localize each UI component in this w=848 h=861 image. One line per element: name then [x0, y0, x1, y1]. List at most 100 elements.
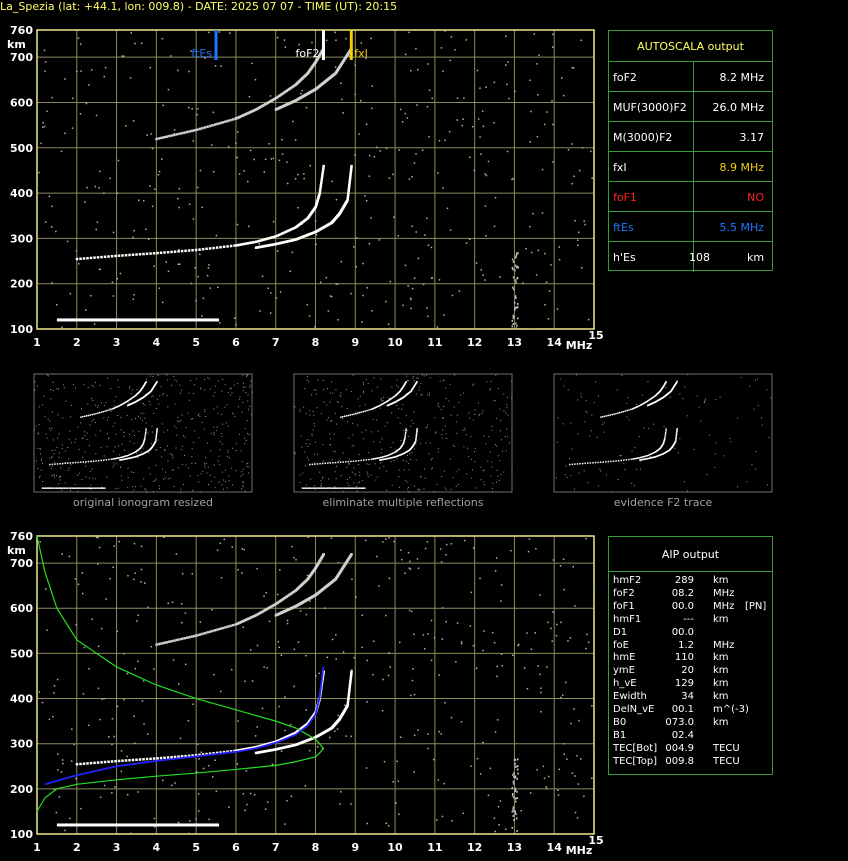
cell-divider	[693, 122, 694, 152]
thumbnail-eliminate-trace-point	[345, 461, 347, 463]
thumbnail-eliminate-noise-dot	[398, 408, 400, 410]
thumbnail-eliminate-noise-dot	[330, 420, 332, 422]
thumbnail-evidence-noise-dot	[580, 393, 582, 395]
ionogram-noise-dot	[411, 287, 414, 290]
thumbnail-original-noise-dot	[51, 456, 53, 458]
aip-noise-dot	[526, 688, 529, 690]
ionogram-noise-dot	[426, 105, 429, 108]
thumbnail-eliminate-noise-dot	[352, 374, 354, 376]
aip-noise-dot	[388, 652, 390, 654]
aip-o_f2_2nd-point	[322, 553, 325, 556]
ionogram-noise-dot	[359, 99, 362, 102]
thumbnail-original-noise-dot	[162, 468, 164, 470]
thumbnail-original-noise-dot	[221, 435, 223, 437]
ionogram-y-tick-label: 600	[10, 96, 33, 109]
aip-noise-dot	[307, 536, 310, 538]
ionogram-noise-dot	[530, 110, 532, 113]
thumbnail-original-noise-dot	[198, 481, 200, 483]
aip-noise-dot	[382, 541, 384, 543]
ionogram-o_f2-point	[194, 248, 198, 252]
aip-noise-dot	[75, 624, 77, 626]
thumbnail-eliminate-trace-point	[342, 487, 344, 489]
ionogram-noise-dot	[335, 198, 338, 201]
aip-noise-dot	[244, 809, 246, 812]
thumbnail-eliminate-noise-dot	[431, 467, 433, 469]
thumbnail-original-noise-dot	[113, 462, 115, 464]
aip-y-tick-label: 200	[10, 783, 33, 796]
ionogram-noise-dot	[199, 253, 201, 256]
thumbnail-eliminate-noise-dot	[380, 397, 382, 399]
aip-noise-dot	[62, 762, 64, 765]
aip-o_f2_2nd-point	[160, 642, 163, 645]
ionogram-o_f2-point	[205, 247, 208, 251]
ionogram-noise-dot	[449, 229, 452, 231]
thumbnail-eliminate-noise-dot	[495, 400, 497, 402]
ionogram-noise-dot	[397, 235, 399, 237]
thumbnail-eliminate-noise-dot	[346, 478, 348, 480]
thumbnail-eliminate-noise-dot	[326, 419, 328, 421]
thumbnail-original-noise-dot	[242, 482, 244, 484]
ionogram-noise-dot	[387, 323, 390, 325]
thumbnail-evidence-trace-point	[613, 413, 615, 415]
thumbnail-original-noise-dot	[40, 469, 42, 471]
aip-noise-dot	[410, 694, 412, 697]
autoscala-value: 8.2 MHz	[719, 70, 764, 84]
thumbnail-eliminate-noise-dot	[498, 479, 500, 481]
aip-noise-dot	[333, 730, 336, 733]
ionogram-noise-dot	[93, 323, 96, 325]
thumbnail-eliminate-noise-dot	[471, 469, 473, 471]
thumbnail-original-noise-dot	[141, 420, 143, 422]
thumbnail-evidence-trace-point	[630, 408, 632, 411]
ionogram-noise-dot	[167, 88, 170, 91]
thumbnail-evidence-noise-dot	[571, 448, 573, 450]
thumbnail-original-noise-dot	[191, 448, 193, 450]
thumbnail-evidence-trace-point	[571, 463, 574, 466]
thumbnail-original-noise-dot	[247, 400, 249, 402]
ionogram-noise-dot	[220, 65, 222, 67]
ionogram-o_f2_2nd-point	[188, 130, 191, 133]
aip-noise-dot	[460, 642, 463, 645]
ionogram-o_f2-point	[177, 250, 180, 253]
thumbnail-original-noise-dot	[203, 462, 205, 464]
aip-noise-dot	[97, 687, 100, 690]
aip-o_f2_2nd-point	[213, 629, 217, 632]
thumbnail-evidence-trace-point	[603, 415, 606, 418]
ionogram-noise-dot	[388, 177, 391, 179]
thumbnail-eliminate-trace-point	[386, 454, 388, 457]
aip-noise-dot	[71, 728, 73, 730]
thumbnail-evidence-noise-dot	[740, 377, 742, 379]
thumbnail-eliminate-noise-dot	[366, 471, 368, 473]
ionogram-noise-dot	[157, 173, 160, 176]
thumbnail-original-noise-dot	[71, 404, 73, 406]
thumbnail-eliminate-noise-dot	[385, 405, 387, 407]
thumbnail-original-trace-point	[79, 461, 82, 463]
aip-noise-dot	[198, 810, 200, 812]
thumbnail-eliminate-trace-point	[319, 462, 321, 465]
thumbnail-original-noise-dot	[129, 440, 131, 442]
thumbnail-eliminate-noise-dot	[310, 478, 312, 480]
aip-o_f2_2nd-point	[219, 627, 222, 631]
thumbnail-original-trace-point	[126, 454, 128, 457]
thumbnail-original-noise-dot	[231, 392, 233, 394]
thumbnail-original-noise-dot	[94, 422, 96, 424]
thumbnail-evidence-trace-point	[674, 440, 677, 443]
aip-unit: TECU	[713, 755, 740, 767]
ionogram-noise-dot	[314, 326, 316, 328]
thumbnail-evidence-noise-dot	[599, 468, 601, 470]
thumbnail-original-trace-point	[110, 458, 113, 460]
thumbnail-evidence-noise-dot	[719, 396, 721, 398]
aip-o_f2-point	[82, 762, 86, 765]
thumbnail-original-noise-dot	[146, 378, 148, 380]
ionogram-noise-dot	[448, 130, 451, 133]
thumbnail-original-noise-dot	[245, 374, 247, 376]
thumbnail-eliminate-trace-point	[368, 409, 370, 411]
thumbnail-eliminate-noise-dot	[348, 458, 350, 460]
ionogram-noise-dot	[587, 318, 590, 321]
aip-noise-dot	[526, 632, 528, 634]
ionogram-o_f2_2nd-point	[180, 131, 184, 135]
aip-o_f2-point	[170, 755, 173, 759]
thumbnail-original-trace-point	[144, 433, 147, 436]
ionogram-noise-dot	[272, 157, 275, 160]
thumbnail-eliminate-noise-dot	[475, 487, 477, 489]
aip-noise-dot	[112, 566, 114, 569]
